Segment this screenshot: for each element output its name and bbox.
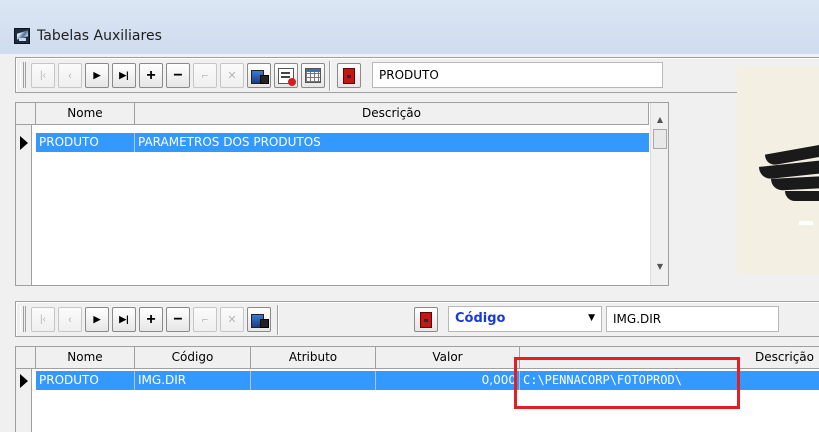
toolbar-grip[interactable] bbox=[20, 306, 26, 332]
refresh-db-button[interactable] bbox=[247, 63, 271, 88]
nav-prior-button[interactable]: ‹ bbox=[58, 63, 82, 88]
cell-descricao: PARAMETROS DOS PRODUTOS bbox=[138, 135, 321, 149]
cell-valor: 0,000 bbox=[376, 371, 520, 390]
top-grid-indicator-column bbox=[16, 103, 32, 285]
report-button[interactable] bbox=[274, 63, 298, 88]
logo-wing-3 bbox=[771, 176, 819, 191]
cell-atributo bbox=[251, 371, 376, 390]
cell-codigo: IMG.DIR bbox=[135, 371, 251, 390]
grid-icon bbox=[305, 68, 321, 83]
top-grid[interactable]: Nome Descrição PRODUTO PARAMETROS DOS PR… bbox=[15, 102, 669, 286]
top-grid-header-indicator bbox=[16, 103, 36, 125]
grid-view-button[interactable] bbox=[301, 63, 325, 88]
nav-prior-button[interactable]: ‹ bbox=[58, 307, 82, 332]
nav-next-button[interactable]: ▶ bbox=[85, 307, 109, 332]
toolbar-grip[interactable] bbox=[20, 62, 26, 88]
exit-door-icon bbox=[343, 67, 355, 84]
post-button[interactable]: ⌐ bbox=[193, 63, 217, 88]
app-icon bbox=[14, 28, 30, 44]
cell-nome: PRODUTO bbox=[36, 133, 135, 152]
window-titlebar: Tabelas Auxiliares bbox=[0, 0, 819, 54]
row-indicator-icon bbox=[20, 374, 28, 388]
database-icon bbox=[251, 313, 269, 328]
header-descricao[interactable]: Descrição bbox=[135, 103, 649, 125]
cell-descricao: C:\PENNACORP\FOTOPROD\ bbox=[523, 373, 682, 387]
search-field-value: Código bbox=[455, 311, 506, 326]
exit-button[interactable] bbox=[414, 307, 438, 332]
scroll-up-icon[interactable]: ▲ bbox=[651, 111, 668, 129]
report-icon bbox=[278, 67, 296, 86]
nav-first-button[interactable]: |‹ bbox=[31, 63, 55, 88]
company-logo bbox=[737, 66, 819, 274]
table-row[interactable]: PRODUTO PARAMETROS DOS PRODUTOS bbox=[36, 133, 649, 152]
logo-fragment bbox=[799, 221, 813, 225]
toolbar-separator bbox=[277, 305, 279, 335]
header-codigo[interactable]: Código bbox=[135, 347, 251, 369]
window-title: Tabelas Auxiliares bbox=[37, 28, 162, 44]
chevron-down-icon[interactable]: ▼ bbox=[588, 313, 595, 323]
delete-button[interactable]: − bbox=[166, 307, 190, 332]
search-field-select[interactable]: Código ▼ bbox=[448, 306, 602, 332]
exit-door-icon bbox=[420, 311, 432, 328]
bottom-grid-header-indicator bbox=[16, 347, 36, 369]
delete-button[interactable]: − bbox=[166, 63, 190, 88]
post-button[interactable]: ⌐ bbox=[193, 307, 217, 332]
bottom-grid[interactable]: Nome Código Atributo Valor Descrição PRO… bbox=[15, 346, 819, 432]
cancel-button[interactable]: ✕ bbox=[220, 63, 244, 88]
nav-next-button[interactable]: ▶ bbox=[85, 63, 109, 88]
insert-button[interactable]: + bbox=[139, 63, 163, 88]
nav-last-button[interactable]: ▶| bbox=[112, 63, 136, 88]
bottom-search-input[interactable]: IMG.DIR bbox=[606, 306, 779, 332]
top-toolbar: |‹ ‹ ▶ ▶| + − ⌐ ✕ PRODUTO bbox=[15, 57, 819, 93]
bottom-toolbar: |‹ ‹ ▶ ▶| + − ⌐ ✕ Código ▼ IMG.DIR bbox=[15, 301, 819, 337]
header-descricao[interactable]: Descrição bbox=[520, 347, 819, 369]
header-nome[interactable]: Nome bbox=[36, 347, 135, 369]
insert-button[interactable]: + bbox=[139, 307, 163, 332]
exit-button[interactable] bbox=[337, 63, 361, 88]
header-nome[interactable]: Nome bbox=[36, 103, 135, 125]
scroll-thumb[interactable] bbox=[653, 129, 667, 149]
refresh-db-button[interactable] bbox=[247, 307, 271, 332]
header-valor[interactable]: Valor bbox=[376, 347, 520, 369]
nav-last-button[interactable]: ▶| bbox=[112, 307, 136, 332]
header-atributo[interactable]: Atributo bbox=[251, 347, 376, 369]
logo-wing-4 bbox=[785, 191, 819, 201]
nav-first-button[interactable]: |‹ bbox=[31, 307, 55, 332]
top-search-input[interactable]: PRODUTO bbox=[372, 62, 663, 88]
table-row[interactable]: PRODUTO IMG.DIR 0,000 C:\PENNACORP\FOTOP… bbox=[36, 371, 819, 390]
row-indicator-icon bbox=[20, 136, 28, 150]
scroll-down-icon[interactable]: ▼ bbox=[651, 258, 668, 276]
toolbar-separator bbox=[329, 61, 331, 91]
database-icon bbox=[251, 69, 269, 84]
cell-nome: PRODUTO bbox=[36, 371, 135, 390]
top-grid-vscrollbar[interactable]: ▲ ▼ bbox=[650, 103, 668, 285]
cancel-button[interactable]: ✕ bbox=[220, 307, 244, 332]
